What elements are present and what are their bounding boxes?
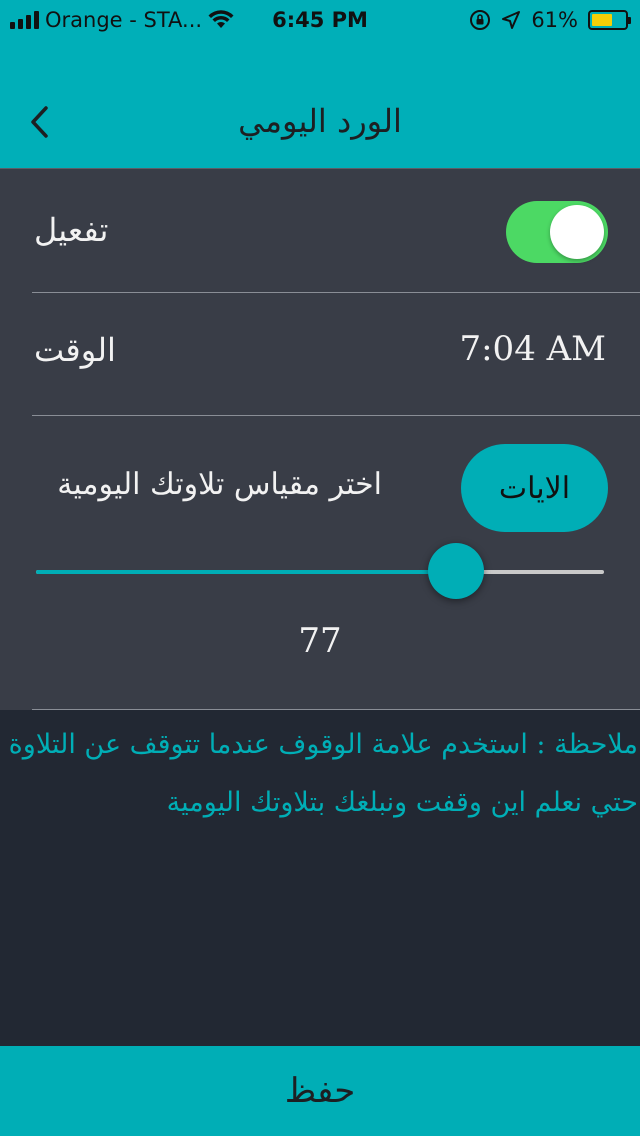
note-line-2: حتي نعلم اين وقفت ونبلغك بتلاوتك اليومية <box>166 787 638 818</box>
slider-value: 77 <box>298 621 342 661</box>
note-line-1: ملاحظة : استخدم علامة الوقوف عندما تتوقف… <box>8 729 638 760</box>
battery-icon <box>588 10 631 30</box>
slider-thumb[interactable] <box>428 543 485 599</box>
battery-level <box>592 14 612 26</box>
note-text: ملاحظة : استخدم علامة الوقوف عندما تتوقف… <box>0 716 640 832</box>
navigation-bar: الورد اليومي <box>0 80 640 168</box>
divider <box>32 709 640 710</box>
status-right: 61% <box>469 8 631 32</box>
page-title: الورد اليومي <box>238 102 402 140</box>
location-icon <box>502 11 521 29</box>
daily-amount-slider[interactable] <box>36 539 604 603</box>
choose-measure-label: اختر مقياس تلاوتك اليومية <box>57 467 382 502</box>
orientation-lock-icon <box>470 10 491 30</box>
battery-percent: 61% <box>531 8 578 32</box>
save-button[interactable]: حفظ <box>0 1046 640 1136</box>
activate-label: تفعيل <box>34 211 109 249</box>
time-value[interactable]: 7:04 AM <box>459 329 606 369</box>
unit-select-button[interactable]: الايات <box>461 444 608 532</box>
time-label: الوقت <box>34 331 116 369</box>
toggle-knob <box>550 205 604 259</box>
activate-toggle[interactable] <box>506 201 608 263</box>
slider-track-fill <box>36 570 457 574</box>
settings-panel: تفعيل الوقت 7:04 AM الايات اختر مقياس تل… <box>0 168 640 710</box>
divider <box>32 415 640 416</box>
status-bar: Orange - STA... 6:45 PM 61% <box>0 0 640 40</box>
divider <box>32 292 640 293</box>
